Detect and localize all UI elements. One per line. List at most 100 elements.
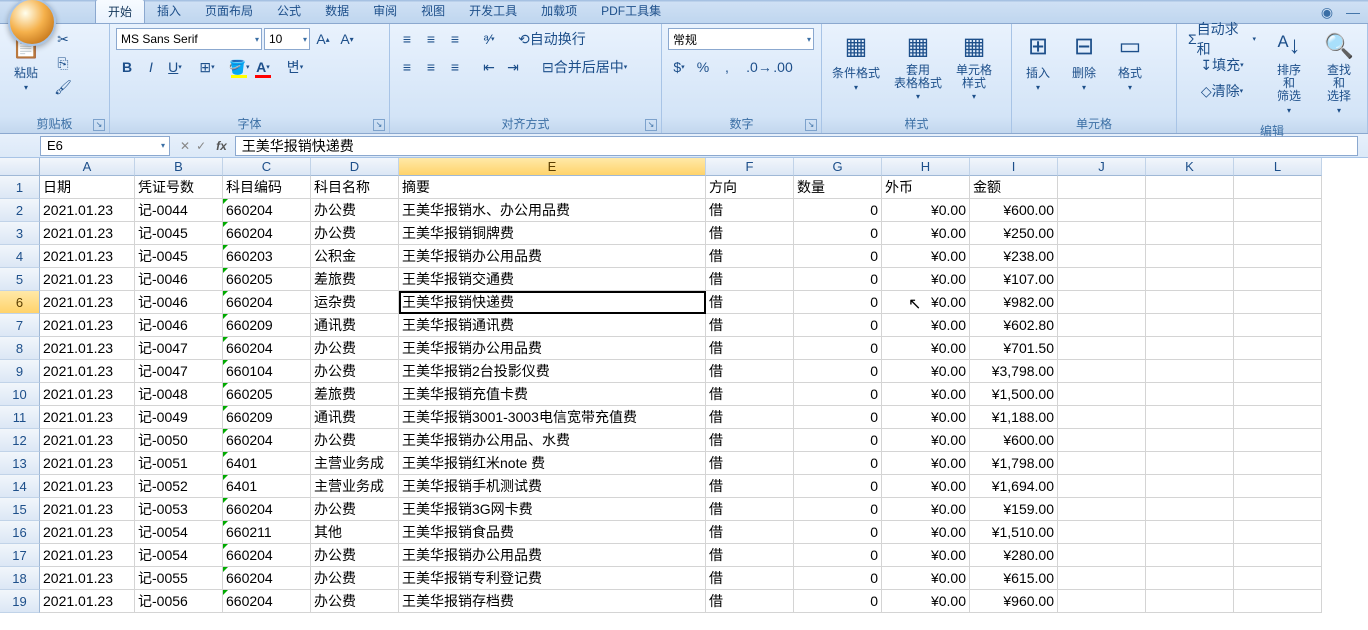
cell-G8[interactable]: 0: [794, 337, 882, 360]
row-header-6[interactable]: 6: [0, 291, 40, 314]
cell-L8[interactable]: [1234, 337, 1322, 360]
cell-J16[interactable]: [1058, 521, 1146, 544]
cell-B12[interactable]: 记-0050: [135, 429, 223, 452]
cell-D7[interactable]: 通讯费: [311, 314, 399, 337]
cell-G19[interactable]: 0: [794, 590, 882, 613]
cell-F14[interactable]: 借: [706, 475, 794, 498]
cell-G7[interactable]: 0: [794, 314, 882, 337]
cell-J19[interactable]: [1058, 590, 1146, 613]
row-header-14[interactable]: 14: [0, 475, 40, 498]
cell-L15[interactable]: [1234, 498, 1322, 521]
cell-E2[interactable]: 王美华报销水、办公用品费: [399, 199, 706, 222]
cell-G5[interactable]: 0: [794, 268, 882, 291]
cell-D12[interactable]: 办公费: [311, 429, 399, 452]
column-header-C[interactable]: C: [223, 158, 311, 176]
cell-F3[interactable]: 借: [706, 222, 794, 245]
cell-A14[interactable]: 2021.01.23: [40, 475, 135, 498]
row-header-18[interactable]: 18: [0, 567, 40, 590]
cell-J15[interactable]: [1058, 498, 1146, 521]
cell-B11[interactable]: 记-0049: [135, 406, 223, 429]
cell-A15[interactable]: 2021.01.23: [40, 498, 135, 521]
cell-E16[interactable]: 王美华报销食品费: [399, 521, 706, 544]
cell-J13[interactable]: [1058, 452, 1146, 475]
tab-加载项[interactable]: 加载项: [529, 0, 589, 23]
row-header-3[interactable]: 3: [0, 222, 40, 245]
align-middle-button[interactable]: ≡: [420, 28, 442, 50]
cell-F4[interactable]: 借: [706, 245, 794, 268]
cell-C3[interactable]: 660204: [223, 222, 311, 245]
cell-C5[interactable]: 660205: [223, 268, 311, 291]
cell-J2[interactable]: [1058, 199, 1146, 222]
cell-J18[interactable]: [1058, 567, 1146, 590]
cell-L3[interactable]: [1234, 222, 1322, 245]
cell-C15[interactable]: 660204: [223, 498, 311, 521]
cell-I16[interactable]: ¥1,510.00: [970, 521, 1058, 544]
cell-A7[interactable]: 2021.01.23: [40, 314, 135, 337]
cell-D10[interactable]: 差旅费: [311, 383, 399, 406]
cell-J10[interactable]: [1058, 383, 1146, 406]
cell-D9[interactable]: 办公费: [311, 360, 399, 383]
cell-A17[interactable]: 2021.01.23: [40, 544, 135, 567]
cell-L19[interactable]: [1234, 590, 1322, 613]
cell-A5[interactable]: 2021.01.23: [40, 268, 135, 291]
cell-L2[interactable]: [1234, 199, 1322, 222]
cell-B5[interactable]: 记-0046: [135, 268, 223, 291]
cell-K8[interactable]: [1146, 337, 1234, 360]
row-header-12[interactable]: 12: [0, 429, 40, 452]
cell-D6[interactable]: 运杂费: [311, 291, 399, 314]
fx-icon[interactable]: fx: [216, 139, 227, 153]
cell-A16[interactable]: 2021.01.23: [40, 521, 135, 544]
cell-H3[interactable]: ¥0.00: [882, 222, 970, 245]
increase-font-button[interactable]: A▴: [312, 28, 334, 50]
align-bottom-button[interactable]: ≡: [444, 28, 466, 50]
cell-J12[interactable]: [1058, 429, 1146, 452]
cell-C14[interactable]: 6401: [223, 475, 311, 498]
cell-I14[interactable]: ¥1,694.00: [970, 475, 1058, 498]
tab-PDF工具集[interactable]: PDF工具集: [589, 0, 673, 23]
format-painter-button[interactable]: 🖌: [52, 76, 74, 98]
column-header-D[interactable]: D: [311, 158, 399, 176]
cell-A4[interactable]: 2021.01.23: [40, 245, 135, 268]
row-header-7[interactable]: 7: [0, 314, 40, 337]
cell-styles-button[interactable]: ▦单元格 样式▾: [952, 28, 996, 103]
cell-F16[interactable]: 借: [706, 521, 794, 544]
column-header-H[interactable]: H: [882, 158, 970, 176]
cell-A3[interactable]: 2021.01.23: [40, 222, 135, 245]
cell-J1[interactable]: [1058, 176, 1146, 199]
cell-K18[interactable]: [1146, 567, 1234, 590]
tab-视图[interactable]: 视图: [409, 0, 457, 23]
cell-B17[interactable]: 记-0054: [135, 544, 223, 567]
font-name-combo[interactable]: MS Sans Serif▾: [116, 28, 262, 50]
cell-H16[interactable]: ¥0.00: [882, 521, 970, 544]
cell-C4[interactable]: 660203: [223, 245, 311, 268]
cell-C7[interactable]: 660209: [223, 314, 311, 337]
wrap-text-button[interactable]: ⟲ 自动换行: [512, 28, 592, 50]
cell-E6[interactable]: 王美华报销快递费: [399, 291, 706, 314]
cell-B14[interactable]: 记-0052: [135, 475, 223, 498]
cell-B3[interactable]: 记-0045: [135, 222, 223, 245]
minimize-ribbon-icon[interactable]: —: [1344, 4, 1362, 21]
cell-H15[interactable]: ¥0.00: [882, 498, 970, 521]
cell-I17[interactable]: ¥280.00: [970, 544, 1058, 567]
row-header-2[interactable]: 2: [0, 199, 40, 222]
decrease-font-button[interactable]: A▾: [336, 28, 358, 50]
cell-E7[interactable]: 王美华报销通讯费: [399, 314, 706, 337]
cell-I15[interactable]: ¥159.00: [970, 498, 1058, 521]
copy-button[interactable]: ⎘: [52, 52, 74, 74]
cell-F12[interactable]: 借: [706, 429, 794, 452]
cell-D13[interactable]: 主营业务成: [311, 452, 399, 475]
cell-L11[interactable]: [1234, 406, 1322, 429]
cell-E8[interactable]: 王美华报销办公用品费: [399, 337, 706, 360]
cell-K5[interactable]: [1146, 268, 1234, 291]
delete-cells-button[interactable]: ⊟删除▾: [1064, 28, 1104, 94]
cell-G11[interactable]: 0: [794, 406, 882, 429]
cell-D19[interactable]: 办公费: [311, 590, 399, 613]
cell-F17[interactable]: 借: [706, 544, 794, 567]
cell-I12[interactable]: ¥600.00: [970, 429, 1058, 452]
cell-A19[interactable]: 2021.01.23: [40, 590, 135, 613]
cell-E4[interactable]: 王美华报销办公用品费: [399, 245, 706, 268]
cell-J4[interactable]: [1058, 245, 1146, 268]
cell-B10[interactable]: 记-0048: [135, 383, 223, 406]
row-header-15[interactable]: 15: [0, 498, 40, 521]
cell-K9[interactable]: [1146, 360, 1234, 383]
